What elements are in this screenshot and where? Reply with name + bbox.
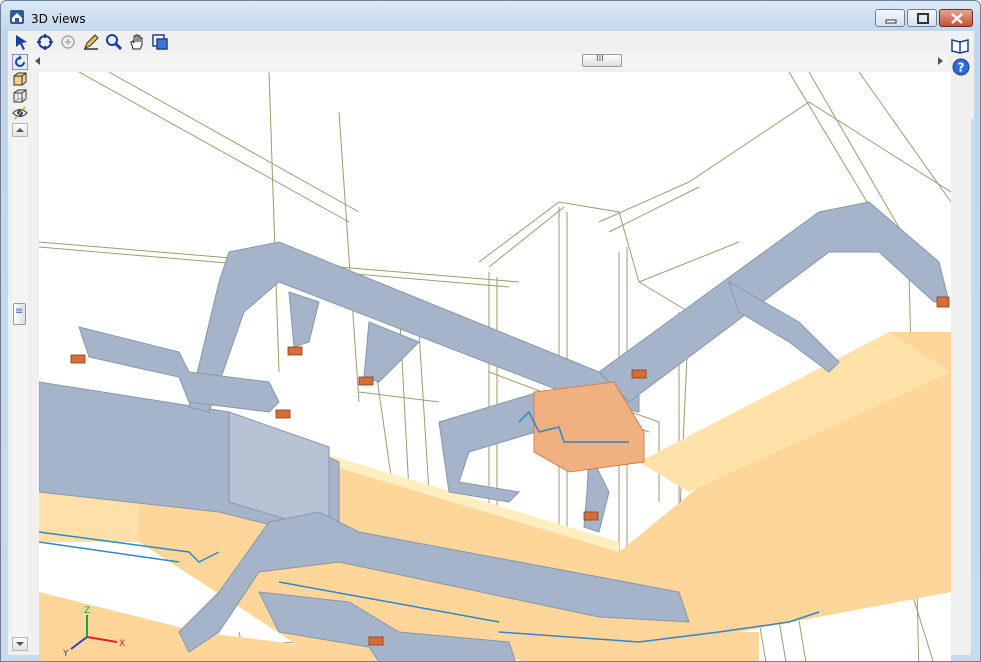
client-area: III ≡ Z X Y	[8, 31, 974, 661]
title-bar[interactable]: 3D views	[1, 1, 980, 31]
horizontal-scroll-thumb[interactable]: III	[582, 54, 622, 67]
x-axis-label: X	[119, 639, 125, 649]
3d-scene[interactable]: Z X Y	[39, 72, 951, 662]
thumb-grip: III	[596, 54, 604, 64]
wireframe-box-icon[interactable]	[12, 88, 28, 104]
window-title: 3D views	[31, 12, 86, 26]
draw-pencil-icon[interactable]	[82, 33, 100, 51]
minimize-icon	[885, 19, 897, 24]
eye-view-icon[interactable]	[12, 105, 28, 121]
maximize-icon	[917, 13, 929, 24]
zoom-previous-icon[interactable]	[59, 33, 77, 51]
scroll-right-icon[interactable]	[935, 56, 945, 66]
right-panel-edge	[971, 119, 975, 655]
solid-box-icon[interactable]	[12, 71, 28, 87]
scroll-down-button[interactable]	[12, 637, 28, 651]
orbit-rotate-icon[interactable]	[11, 53, 29, 71]
vertical-scroll-thumb[interactable]: ≡	[13, 303, 26, 325]
vertical-scrollbar[interactable]: ≡	[12, 123, 28, 651]
3d-viewport[interactable]: Z X Y	[39, 72, 951, 662]
minimize-button[interactable]	[875, 9, 905, 27]
scroll-down-icon	[16, 642, 24, 646]
view-toolbar	[8, 31, 948, 53]
zoom-window-icon[interactable]	[105, 33, 123, 51]
book-icon[interactable]	[951, 36, 969, 54]
svg-text:?: ?	[958, 61, 965, 75]
maximize-button[interactable]	[907, 9, 937, 27]
zoom-extents-icon[interactable]	[36, 33, 54, 51]
app-window: 3D views III ≡ Z X Y ?	[0, 0, 981, 662]
3d-views-app-icon	[9, 9, 25, 25]
pan-hand-icon[interactable]	[128, 33, 146, 51]
thumb-grip: ≡	[15, 306, 24, 317]
close-button[interactable]	[939, 9, 973, 27]
scroll-up-icon	[16, 128, 24, 132]
view-layers-icon[interactable]	[151, 33, 169, 51]
help-icon[interactable]: ?	[952, 58, 970, 76]
scroll-left-icon[interactable]	[33, 56, 43, 66]
close-icon	[951, 13, 963, 24]
select-arrow-icon[interactable]	[13, 33, 31, 51]
scroll-up-button[interactable]	[12, 123, 28, 137]
y-axis-label: Y	[62, 649, 69, 659]
horizontal-scrollbar[interactable]: III	[30, 53, 948, 69]
z-axis-label: Z	[84, 606, 90, 616]
